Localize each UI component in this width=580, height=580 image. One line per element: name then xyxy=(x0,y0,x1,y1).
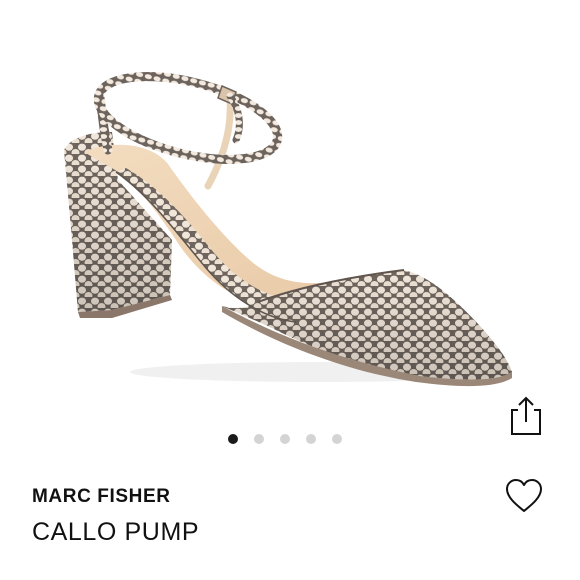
heart-icon xyxy=(504,478,544,514)
pagination-dot-3[interactable] xyxy=(280,434,290,444)
pagination-dot-1[interactable] xyxy=(228,434,238,444)
share-icon xyxy=(508,396,544,436)
product-title: CALLO PUMP xyxy=(32,518,200,546)
pagination-dot-5[interactable] xyxy=(332,434,342,444)
pagination-dot-4[interactable] xyxy=(306,434,316,444)
image-pagination xyxy=(228,433,342,445)
like-button[interactable] xyxy=(504,478,544,514)
pagination-dot-2[interactable] xyxy=(254,434,264,444)
share-button[interactable] xyxy=(508,396,544,436)
product-image[interactable]: · · · · · · · xyxy=(0,0,580,420)
brand-name[interactable]: MARC FISHER xyxy=(32,486,171,508)
